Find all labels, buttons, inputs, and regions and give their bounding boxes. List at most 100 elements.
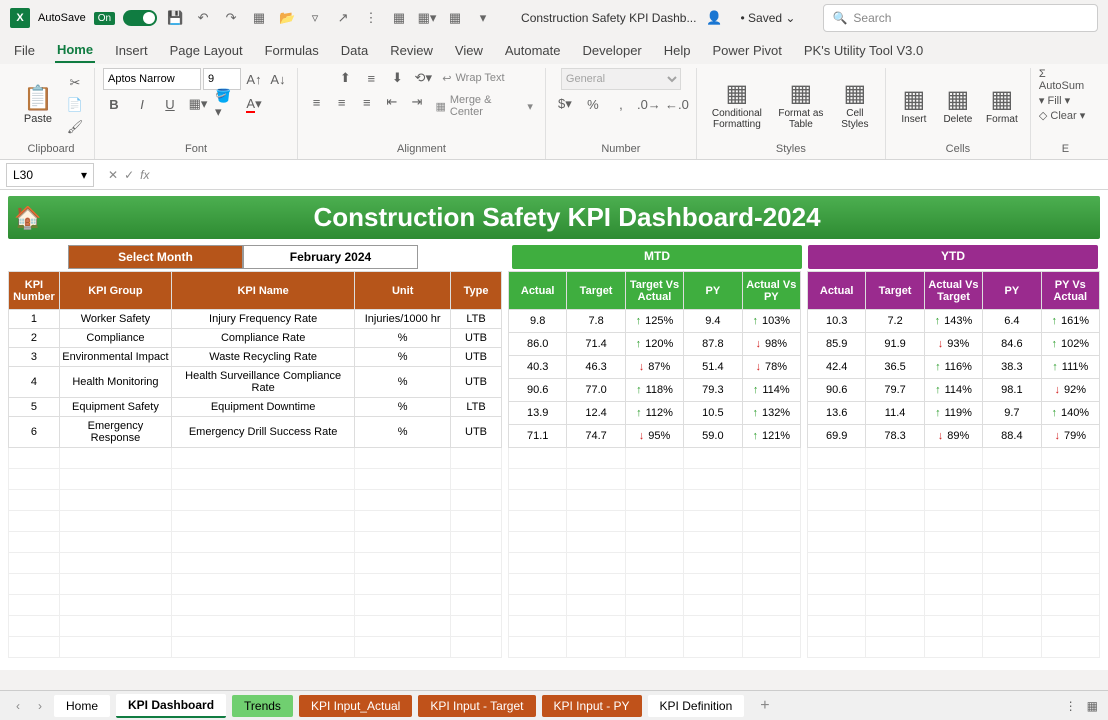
font-name-select[interactable] <box>103 68 201 90</box>
table-row[interactable]: 10.3 7.2 ↑ 143% 6.4 ↑ 161% <box>808 310 1100 333</box>
tab-power-pivot[interactable]: Power Pivot <box>711 39 784 62</box>
sheet-tab-input-py[interactable]: KPI Input - PY <box>542 695 642 717</box>
qat-grid-icon[interactable]: ▦ <box>249 8 269 28</box>
save-icon[interactable]: 💾 <box>165 8 185 28</box>
increase-decimal-icon[interactable]: .0→ <box>638 94 660 114</box>
sheet-tab-input-actual[interactable]: KPI Input_Actual <box>299 695 412 717</box>
conditional-formatting-button[interactable]: ▦Conditional Formatting <box>705 73 769 137</box>
sheet-nav-prev-icon[interactable]: ‹ <box>10 699 26 713</box>
qat-folder-icon[interactable]: 📂 <box>277 8 297 28</box>
sheet-nav-next-icon[interactable]: › <box>32 699 48 713</box>
italic-button[interactable]: I <box>131 94 153 114</box>
font-color-icon[interactable]: A▾ <box>243 94 265 114</box>
tab-page-layout[interactable]: Page Layout <box>168 39 245 62</box>
saved-status[interactable]: • Saved ⌄ <box>740 11 795 25</box>
name-box[interactable]: L30▾ <box>6 163 94 187</box>
sheet-tab-definition[interactable]: KPI Definition <box>648 695 745 717</box>
comma-icon[interactable]: , <box>610 94 632 114</box>
search-box[interactable]: 🔍 Search <box>823 4 1098 32</box>
cancel-formula-icon[interactable]: ✕ <box>108 168 118 182</box>
align-left-icon[interactable]: ≡ <box>306 92 327 112</box>
sheet-tab-trends[interactable]: Trends <box>232 695 293 717</box>
sheet-view-icon[interactable]: ▦ <box>1087 699 1098 713</box>
wrap-text-button[interactable]: ↩ Wrap Text <box>438 68 508 88</box>
qat-table3-icon[interactable]: ▦ <box>445 8 465 28</box>
table-row[interactable]: 2 Compliance Compliance Rate % UTB <box>9 329 502 348</box>
copy-icon[interactable]: 📄 <box>64 95 86 115</box>
percent-icon[interactable]: % <box>582 94 604 114</box>
align-right-icon[interactable]: ≡ <box>356 92 377 112</box>
autosave-toggle[interactable] <box>123 10 157 26</box>
align-top-icon[interactable]: ⬆ <box>334 68 356 88</box>
table-row[interactable]: 40.3 46.3 ↓ 87% 51.4 ↓ 78% <box>509 356 801 379</box>
qat-filter-icon[interactable]: ▿ <box>305 8 325 28</box>
qat-more-icon[interactable]: ▾ <box>473 8 493 28</box>
tab-utility[interactable]: PK's Utility Tool V3.0 <box>802 39 925 62</box>
table-row[interactable]: 6 Emergency Response Emergency Drill Suc… <box>9 417 502 448</box>
select-month-value[interactable]: February 2024 <box>243 245 418 269</box>
cell-styles-button[interactable]: ▦Cell Styles <box>833 73 877 137</box>
add-sheet-icon[interactable]: + <box>750 697 779 715</box>
table-row[interactable]: 13.6 11.4 ↑ 119% 9.7 ↑ 140% <box>808 402 1100 425</box>
table-row[interactable]: 86.0 71.4 ↑ 120% 87.8 ↓ 98% <box>509 333 801 356</box>
paste-button[interactable]: 📋Paste <box>16 73 60 137</box>
tab-formulas[interactable]: Formulas <box>263 39 321 62</box>
fill-color-icon[interactable]: 🪣▾ <box>215 94 237 114</box>
table-row[interactable]: 1 Worker Safety Injury Frequency Rate In… <box>9 310 502 329</box>
table-row[interactable]: 71.1 74.7 ↓ 95% 59.0 ↑ 121% <box>509 425 801 448</box>
font-size-select[interactable] <box>203 68 241 90</box>
sheet-tab-input-target[interactable]: KPI Input - Target <box>418 695 535 717</box>
clear-button[interactable]: ◇ Clear ▾ <box>1039 109 1085 122</box>
increase-font-icon[interactable]: A↑ <box>243 69 265 89</box>
tab-data[interactable]: Data <box>339 39 370 62</box>
tab-insert[interactable]: Insert <box>113 39 150 62</box>
table-row[interactable]: 5 Equipment Safety Equipment Downtime % … <box>9 398 502 417</box>
table-row[interactable]: 69.9 78.3 ↓ 89% 88.4 ↓ 79% <box>808 425 1100 448</box>
qat-table2-icon[interactable]: ▦▾ <box>417 8 437 28</box>
share-people-icon[interactable]: 👤 <box>704 8 724 28</box>
align-center-icon[interactable]: ≡ <box>331 92 352 112</box>
increase-indent-icon[interactable]: ⇥ <box>406 92 427 112</box>
tab-automate[interactable]: Automate <box>503 39 563 62</box>
undo-icon[interactable]: ↶ <box>193 8 213 28</box>
qat-table-icon[interactable]: ▦ <box>389 8 409 28</box>
table-row[interactable]: 4 Health Monitoring Health Surveillance … <box>9 367 502 398</box>
orientation-icon[interactable]: ⟲▾ <box>412 68 434 88</box>
tab-view[interactable]: View <box>453 39 485 62</box>
sheet-tab-kpi-dashboard[interactable]: KPI Dashboard <box>116 694 226 718</box>
format-cells-button[interactable]: ▦Format <box>982 73 1022 137</box>
table-row[interactable]: 42.4 36.5 ↑ 116% 38.3 ↑ 111% <box>808 356 1100 379</box>
sheet-tab-home[interactable]: Home <box>54 695 110 717</box>
redo-icon[interactable]: ↷ <box>221 8 241 28</box>
bold-button[interactable]: B <box>103 94 125 114</box>
merge-center-button[interactable]: ▦ Merge & Center ▾ <box>431 92 536 120</box>
tab-file[interactable]: File <box>12 39 37 62</box>
border-icon[interactable]: ▦▾ <box>187 94 209 114</box>
decrease-decimal-icon[interactable]: ←.0 <box>666 94 688 114</box>
format-as-table-button[interactable]: ▦Format as Table <box>773 73 829 137</box>
underline-button[interactable]: U <box>159 94 181 114</box>
decrease-font-icon[interactable]: A↓ <box>267 69 289 89</box>
decrease-indent-icon[interactable]: ⇤ <box>381 92 402 112</box>
currency-icon[interactable]: $▾ <box>554 94 576 114</box>
formula-input[interactable] <box>157 163 1108 187</box>
tab-developer[interactable]: Developer <box>581 39 644 62</box>
delete-cells-button[interactable]: ▦Delete <box>938 73 978 137</box>
tab-review[interactable]: Review <box>388 39 435 62</box>
insert-cells-button[interactable]: ▦Insert <box>894 73 934 137</box>
home-icon[interactable]: 🏠 <box>14 205 40 231</box>
table-row[interactable]: 85.9 91.9 ↓ 93% 84.6 ↑ 102% <box>808 333 1100 356</box>
fill-button[interactable]: ▾ Fill ▾ <box>1039 94 1070 107</box>
table-row[interactable]: 13.9 12.4 ↑ 112% 10.5 ↑ 132% <box>509 402 801 425</box>
tab-home[interactable]: Home <box>55 38 95 63</box>
autosum-button[interactable]: Σ AutoSum <box>1039 68 1092 92</box>
align-bottom-icon[interactable]: ⬇ <box>386 68 408 88</box>
accept-formula-icon[interactable]: ✓ <box>124 168 134 182</box>
align-middle-icon[interactable]: ≡ <box>360 68 382 88</box>
table-row[interactable]: 90.6 79.7 ↑ 114% 98.1 ↓ 92% <box>808 379 1100 402</box>
sheet-menu-icon[interactable]: ⋮ <box>1065 699 1077 713</box>
qat-icon-5[interactable]: ⋮ <box>361 8 381 28</box>
cut-icon[interactable]: ✂ <box>64 73 86 93</box>
number-format-select[interactable]: General <box>561 68 681 90</box>
fx-icon[interactable]: fx <box>140 168 149 182</box>
